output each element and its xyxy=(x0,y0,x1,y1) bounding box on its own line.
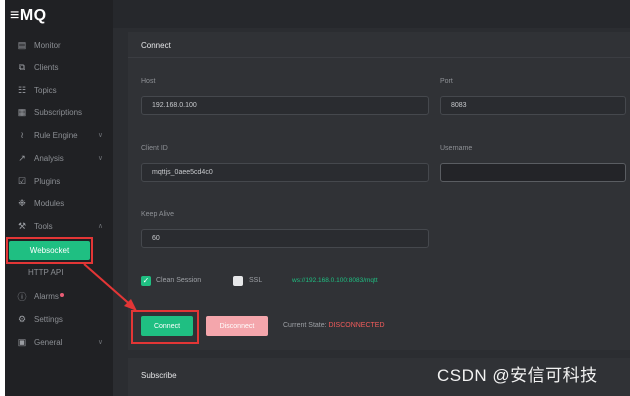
monitor-icon: ▤ xyxy=(17,39,27,50)
connect-panel: Connect xyxy=(128,32,630,350)
sidebar-item-label: Clients xyxy=(34,62,59,72)
general-icon: ▣ xyxy=(17,336,27,347)
sidebar-item-topics[interactable]: ☷ Topics xyxy=(5,80,113,100)
sidebar-item-label: Plugins xyxy=(34,176,61,186)
sidebar-item-label: Tools xyxy=(34,221,53,231)
alarm-badge-dot xyxy=(59,292,64,297)
highlight-frame-connect xyxy=(131,310,199,344)
connection-url: ws://192.168.0.100:8083/mqtt xyxy=(292,277,378,284)
sidebar-item-monitor[interactable]: ▤ Monitor xyxy=(5,35,113,55)
keep-alive-input[interactable]: 60 xyxy=(141,229,429,248)
chevron-down-icon: ∨ xyxy=(97,339,103,346)
rule-engine-icon: ≀ xyxy=(20,129,24,140)
divider xyxy=(128,57,630,58)
connect-panel-title: Connect xyxy=(141,41,171,50)
alarms-icon: ⓘ xyxy=(17,291,27,302)
keep-alive-label: Keep Alive xyxy=(141,211,175,218)
ssl-checkbox[interactable] xyxy=(233,276,243,286)
sidebar-item-label: General xyxy=(34,337,63,347)
sidebar-item-clients[interactable]: ⧉ Clients xyxy=(5,57,113,77)
chevron-up-icon: ∧ xyxy=(97,223,103,230)
sidebar-item-label: Modules xyxy=(34,198,65,208)
credit-overlay: CSDN @安信可科技 xyxy=(437,366,598,385)
logo: ≡MQ xyxy=(10,7,47,24)
sidebar-item-general[interactable]: ▣ General ∨ xyxy=(5,332,113,352)
sidebar-item-label: Alarms xyxy=(34,291,59,301)
sidebar-item-subscriptions[interactable]: ▦ Subscriptions xyxy=(5,102,113,122)
chevron-down-icon: ∨ xyxy=(97,132,103,139)
highlight-frame-websocket xyxy=(6,237,93,264)
connection-state: Current State: DISCONNECTED xyxy=(283,322,385,329)
sidebar-item-label: Monitor xyxy=(34,40,61,50)
tools-icon: ⚒ xyxy=(17,220,27,231)
port-input[interactable]: 8083 xyxy=(440,96,626,115)
subscriptions-icon: ▦ xyxy=(17,106,27,117)
ssl-label: SSL xyxy=(249,277,263,284)
sidebar-item-alarms[interactable]: ⓘ Alarms xyxy=(5,286,113,306)
host-label: Host xyxy=(141,78,156,85)
chevron-down-icon: ∨ xyxy=(97,155,103,162)
settings-icon: ⚙ xyxy=(17,313,27,324)
client-id-label: Client ID xyxy=(141,145,168,152)
sidebar-item-plugins[interactable]: ☑ Plugins xyxy=(5,171,113,191)
username-label: Username xyxy=(440,145,473,152)
modules-icon: ❉ xyxy=(18,197,26,208)
sidebar-item-tools[interactable]: ⚒ Tools ∧ xyxy=(5,216,113,236)
sidebar-item-modules[interactable]: ❉ Modules xyxy=(5,193,113,213)
sidebar-item-label: HTTP API xyxy=(28,267,64,277)
sidebar-item-label: Settings xyxy=(34,314,63,324)
state-value: DISCONNECTED xyxy=(328,322,385,329)
analysis-icon: ↗ xyxy=(18,152,26,163)
sidebar-item-label: Topics xyxy=(34,85,57,95)
clean-session-label: Clean Session xyxy=(156,277,202,284)
clean-session-checkbox[interactable]: ✓ xyxy=(141,276,151,286)
sidebar-item-rule-engine[interactable]: ≀ Rule Engine ∨ xyxy=(5,125,113,145)
sidebar-item-label: Analysis xyxy=(34,153,64,163)
client-id-input[interactable]: mqttjs_0aee5cd4c0 xyxy=(141,163,429,182)
top-bar xyxy=(113,0,630,28)
clients-icon: ⧉ xyxy=(18,61,26,72)
sidebar-item-analysis[interactable]: ↗ Analysis ∨ xyxy=(5,148,113,168)
sidebar-item-http-api[interactable]: HTTP API xyxy=(5,262,113,282)
username-input[interactable] xyxy=(440,163,626,182)
state-label: Current State: xyxy=(283,322,327,329)
sidebar-item-settings[interactable]: ⚙ Settings xyxy=(5,309,113,329)
subscribe-panel-title: Subscribe xyxy=(141,371,177,380)
sidebar-item-label: Rule Engine xyxy=(34,130,78,140)
host-input[interactable]: 192.168.0.100 xyxy=(141,96,429,115)
disconnect-button[interactable]: Disconnect xyxy=(206,316,268,336)
sidebar-item-label: Subscriptions xyxy=(34,107,83,117)
topics-icon: ☷ xyxy=(17,84,27,95)
port-label: Port xyxy=(440,78,453,85)
plugins-icon: ☑ xyxy=(17,175,27,186)
